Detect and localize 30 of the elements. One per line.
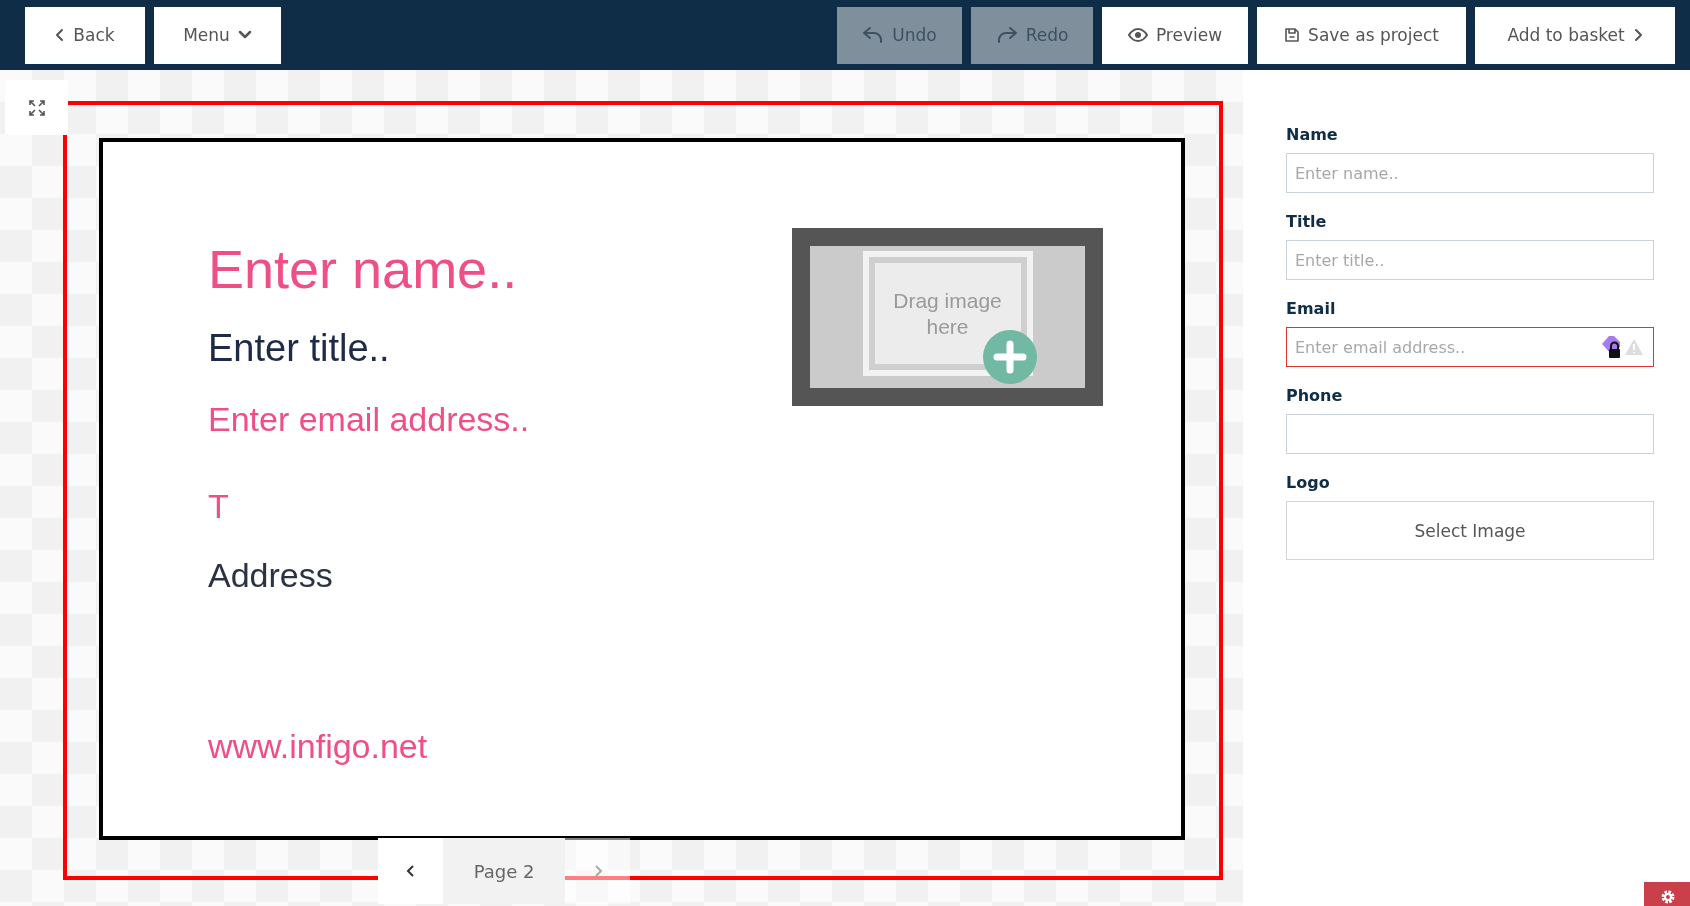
save-button[interactable]: Save as project xyxy=(1257,6,1466,64)
redo-icon xyxy=(995,25,1018,45)
eye-icon xyxy=(1127,28,1148,42)
lock-tag-icon xyxy=(1600,335,1622,359)
page-label: Page 2 xyxy=(443,838,565,904)
field-label: Email xyxy=(1286,299,1337,318)
preview-button[interactable]: Preview xyxy=(1102,6,1248,64)
undo-icon xyxy=(862,25,885,45)
settings-button[interactable] xyxy=(1644,882,1690,906)
chevron-left-icon xyxy=(55,28,66,42)
card-address-text[interactable]: Address xyxy=(208,555,530,596)
field-label: Phone xyxy=(1286,386,1344,405)
chevron-left-icon xyxy=(405,864,416,878)
plus-icon xyxy=(983,330,1037,384)
field-label: Title xyxy=(1286,212,1328,231)
back-button[interactable]: Back xyxy=(25,6,145,64)
menu-button[interactable]: Menu xyxy=(154,6,281,64)
field-label: Name xyxy=(1286,125,1339,144)
chevron-down-icon xyxy=(237,30,252,40)
select-image-button[interactable]: Select Image xyxy=(1286,501,1654,560)
chevron-right-icon xyxy=(592,864,603,878)
drag-image-text: Drag image here xyxy=(892,288,1003,339)
input-field[interactable]: Enter email address.. xyxy=(1286,327,1654,367)
expand-icon xyxy=(28,99,45,116)
chevron-right-icon xyxy=(1632,28,1643,42)
warning-icon xyxy=(1624,338,1644,356)
field-label: Logo xyxy=(1286,473,1331,492)
card-title-text[interactable]: Enter title.. xyxy=(208,325,530,372)
basket-button[interactable]: Add to basket xyxy=(1475,6,1675,64)
expand-button[interactable] xyxy=(5,80,68,135)
